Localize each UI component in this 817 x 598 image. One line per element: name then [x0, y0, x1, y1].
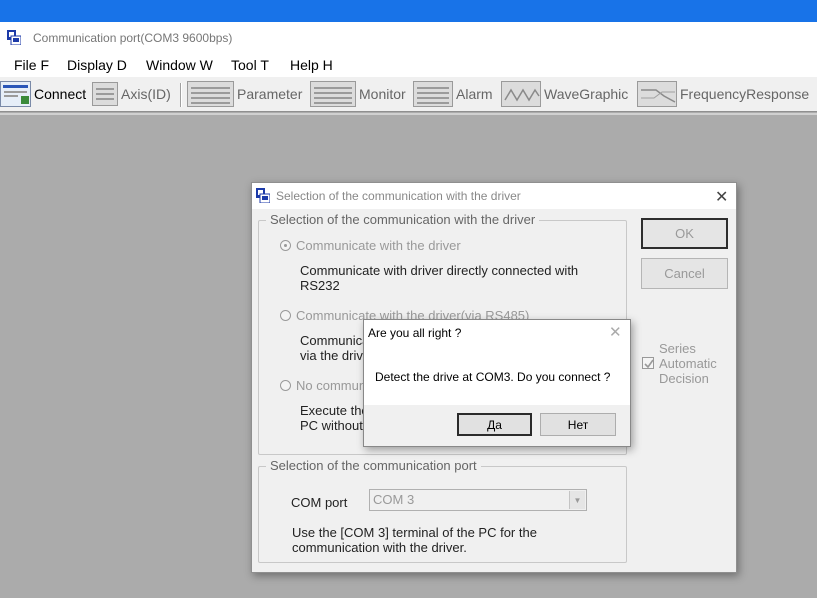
port-group-legend: Selection of the communication port: [266, 458, 481, 473]
radio-direct-label[interactable]: Communicate with the driver: [296, 238, 461, 253]
radio-no-comm[interactable]: [280, 380, 291, 391]
window-top-edge: [0, 0, 817, 22]
wavegraphic-icon: [501, 81, 541, 107]
dialog-title-bar: Selection of the communication with the …: [252, 183, 736, 209]
menu-window[interactable]: Window W: [146, 57, 213, 73]
toolbar-frequencyresponse-button[interactable]: FrequencyResponse: [637, 77, 809, 111]
radio-direct-desc-1: Communicate with driver directly connect…: [300, 263, 579, 278]
menu-bar: File F Display D Window W Tool T Help H: [0, 53, 817, 77]
toolbar-wavegraphic-button[interactable]: WaveGraphic: [501, 77, 628, 111]
radio-no-comm-desc-1: Execute the: [300, 403, 369, 418]
radio-no-comm-label[interactable]: No commun: [296, 378, 366, 393]
menu-file[interactable]: File F: [14, 57, 49, 73]
app-computer-icon: [7, 30, 22, 48]
series-label-2: Automatic: [659, 356, 717, 371]
toolbar-connect-label: Connect: [34, 86, 87, 102]
series-label-3: Decision: [659, 371, 709, 386]
toolbar-connect-button[interactable]: Connect: [0, 77, 86, 111]
com-port-value: COM 3: [373, 492, 415, 507]
dialog-app-icon: [256, 188, 271, 206]
app-title-bar: Communication port(COM3 9600bps): [0, 22, 817, 53]
alarm-icon: [413, 81, 453, 107]
monitor-icon: [310, 81, 356, 107]
connect-icon: [0, 81, 31, 107]
port-desc-2: communication with the driver.: [292, 540, 467, 555]
radio-direct-desc-2: RS232: [300, 278, 340, 293]
radio-rs485[interactable]: [280, 310, 291, 321]
port-desc-1: Use the [COM 3] terminal of the PC for t…: [292, 525, 537, 540]
msgbox-text: Detect the drive at COM3. Do you connect…: [375, 370, 611, 384]
toolbar-wavegraphic-label: WaveGraphic: [544, 86, 629, 102]
dialog-title: Selection of the communication with the …: [276, 189, 521, 203]
ok-button[interactable]: OK: [641, 218, 728, 249]
msgbox-close-icon[interactable]: ✕: [609, 323, 622, 341]
chevron-down-icon[interactable]: ▼: [569, 491, 585, 509]
radio-no-comm-desc-2: PC without: [300, 418, 363, 433]
toolbar: Connect Axis(ID) Parameter Monitor Alarm…: [0, 77, 817, 112]
toolbar-alarm-label: Alarm: [456, 86, 493, 102]
msgbox-title: Are you all right ?: [368, 326, 462, 340]
com-port-label: COM port: [291, 495, 348, 510]
menu-display[interactable]: Display D: [67, 57, 127, 73]
app-title: Communication port(COM3 9600bps): [33, 31, 233, 45]
toolbar-axis-label: Axis(ID): [121, 86, 171, 102]
toolbar-alarm-button[interactable]: Alarm: [413, 77, 493, 111]
radio-rs485-desc-2: via the drive: [300, 348, 371, 363]
yes-button[interactable]: Да: [457, 413, 532, 436]
mdi-area-border: [0, 113, 817, 115]
series-label-1: Series: [659, 341, 696, 356]
cancel-button[interactable]: Cancel: [641, 258, 728, 289]
port-selection-group: Selection of the communication port COM …: [258, 458, 627, 563]
toolbar-frequencyresponse-label: FrequencyResponse: [680, 86, 810, 102]
series-auto-checkbox[interactable]: [642, 357, 654, 369]
confirm-message-box: Are you all right ? ✕ Detect the drive a…: [363, 319, 631, 447]
dialog-close-icon[interactable]: ✕: [715, 187, 728, 207]
no-button[interactable]: Нет: [540, 413, 616, 436]
toolbar-separator: [180, 83, 182, 107]
toolbar-parameter-label: Parameter: [237, 86, 303, 102]
com-port-select[interactable]: COM 3 ▼: [369, 489, 587, 511]
parameter-icon: [187, 81, 234, 107]
msgbox-content-area: Are you all right ? ✕ Detect the drive a…: [364, 320, 630, 405]
axis-icon: [92, 82, 118, 106]
toolbar-monitor-label: Monitor: [359, 86, 406, 102]
comm-group-legend: Selection of the communication with the …: [266, 212, 540, 227]
menu-tool[interactable]: Tool T: [231, 57, 269, 73]
toolbar-axis-button[interactable]: Axis(ID): [92, 77, 171, 111]
toolbar-monitor-button[interactable]: Monitor: [310, 77, 406, 111]
frequencyresponse-icon: [637, 81, 677, 107]
radio-direct[interactable]: [280, 240, 291, 251]
menu-help[interactable]: Help H: [290, 57, 333, 73]
toolbar-parameter-button[interactable]: Parameter: [187, 77, 302, 111]
